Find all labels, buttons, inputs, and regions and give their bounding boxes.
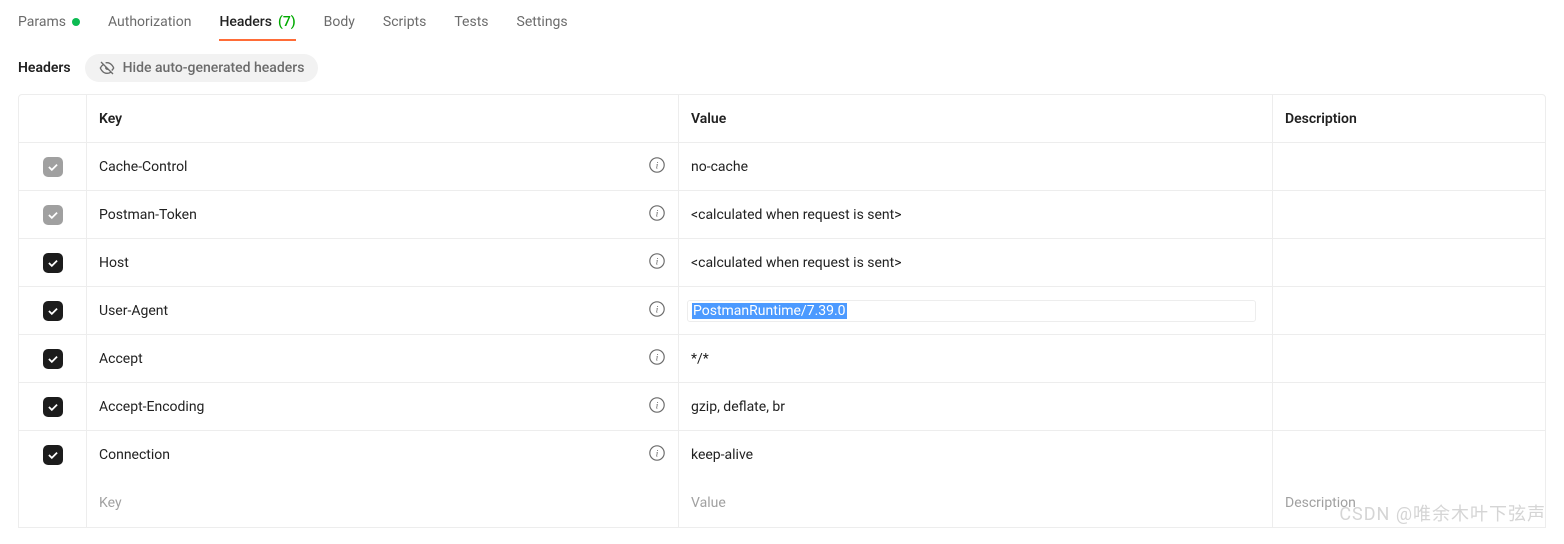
header-check-cell (19, 95, 87, 142)
row-checkbox[interactable] (43, 253, 63, 273)
header-key[interactable]: Accept (99, 351, 143, 367)
info-icon[interactable]: i (648, 204, 666, 226)
tab-label: Settings (517, 14, 568, 30)
row-checkbox[interactable] (43, 445, 63, 465)
new-desc-input[interactable]: Description (1273, 479, 1545, 527)
row-checkbox[interactable] (43, 397, 63, 417)
section-title: Headers (18, 60, 71, 76)
header-value[interactable]: <calculated when request is sent> (691, 255, 902, 271)
svg-text:i: i (656, 160, 659, 171)
header-key-cell: Key (87, 95, 679, 142)
table-row: Accept-Encoding i gzip, deflate, br (19, 383, 1545, 431)
svg-text:i: i (656, 304, 659, 315)
new-value-input[interactable]: Value (679, 479, 1273, 527)
header-key[interactable]: Postman-Token (99, 207, 197, 223)
header-value-cell: Value (679, 95, 1273, 142)
tab-body[interactable]: Body (324, 3, 355, 41)
info-icon[interactable]: i (648, 300, 666, 322)
header-key[interactable]: Connection (99, 447, 170, 463)
tab-label: Tests (454, 14, 488, 30)
header-key[interactable]: Host (99, 255, 129, 271)
tab-label: Scripts (383, 14, 426, 30)
header-desc[interactable] (1273, 383, 1545, 430)
tab-label: Body (324, 14, 355, 30)
headers-table: Key Value Description Cache-Control i no-c… (18, 94, 1546, 528)
headers-section-bar: Headers Hide auto-generated headers (0, 44, 1564, 94)
hide-button-label: Hide auto-generated headers (123, 60, 305, 76)
header-value[interactable]: keep-alive (691, 447, 753, 463)
svg-text:i: i (656, 352, 659, 363)
header-desc[interactable] (1273, 239, 1545, 286)
header-desc-cell: Description (1273, 95, 1545, 142)
tab-label: Params (18, 14, 66, 30)
svg-text:i: i (656, 208, 659, 219)
row-checkbox[interactable] (43, 205, 63, 225)
table-row: User-Agent i PostmanRuntime/7.39.0 (19, 287, 1545, 335)
info-icon[interactable]: i (648, 156, 666, 178)
hide-auto-headers-button[interactable]: Hide auto-generated headers (85, 54, 319, 82)
params-modified-dot (72, 18, 80, 26)
info-icon[interactable]: i (648, 444, 666, 466)
header-key[interactable]: Accept-Encoding (99, 399, 204, 415)
svg-text:i: i (656, 256, 659, 267)
row-checkbox[interactable] (43, 349, 63, 369)
request-tabs: Params Authorization Headers (7) Body Sc… (0, 0, 1564, 44)
info-icon[interactable]: i (648, 252, 666, 274)
header-value[interactable]: */* (691, 351, 709, 367)
tab-settings[interactable]: Settings (517, 3, 568, 41)
tab-params[interactable]: Params (18, 3, 80, 41)
tab-scripts[interactable]: Scripts (383, 3, 426, 41)
tab-headers[interactable]: Headers (7) (219, 3, 295, 41)
new-key-input[interactable]: Key (87, 479, 679, 527)
header-desc[interactable] (1273, 191, 1545, 238)
header-value[interactable]: <calculated when request is sent> (691, 207, 902, 223)
table-row: Cache-Control i no-cache (19, 143, 1545, 191)
row-checkbox[interactable] (43, 301, 63, 321)
info-icon[interactable]: i (648, 396, 666, 418)
table-row: Host i <calculated when request is sent> (19, 239, 1545, 287)
header-desc[interactable] (1273, 287, 1545, 334)
table-row: Postman-Token i <calculated when request i… (19, 191, 1545, 239)
table-row: Connection i keep-alive (19, 431, 1545, 479)
svg-text:i: i (656, 449, 659, 460)
header-desc[interactable] (1273, 335, 1545, 382)
new-check-cell (19, 479, 87, 527)
tab-authorization[interactable]: Authorization (108, 3, 191, 41)
svg-text:i: i (656, 400, 659, 411)
header-value-input[interactable]: PostmanRuntime/7.39.0 (687, 300, 1256, 322)
header-desc[interactable] (1273, 143, 1545, 190)
table-header-row: Key Value Description (19, 95, 1545, 143)
header-desc[interactable] (1273, 431, 1545, 479)
tab-label: Authorization (108, 14, 191, 30)
header-value[interactable]: no-cache (691, 159, 748, 175)
row-checkbox[interactable] (43, 157, 63, 177)
new-header-row: Key Value Description (19, 479, 1545, 527)
header-value[interactable]: gzip, deflate, br (691, 399, 785, 415)
header-key[interactable]: User-Agent (99, 303, 168, 319)
tab-label: Headers (219, 14, 272, 30)
tab-tests[interactable]: Tests (454, 3, 488, 41)
header-key[interactable]: Cache-Control (99, 159, 187, 175)
eye-off-icon (99, 60, 115, 76)
info-icon[interactable]: i (648, 348, 666, 370)
headers-count: (7) (278, 14, 296, 30)
table-row: Accept i */* (19, 335, 1545, 383)
